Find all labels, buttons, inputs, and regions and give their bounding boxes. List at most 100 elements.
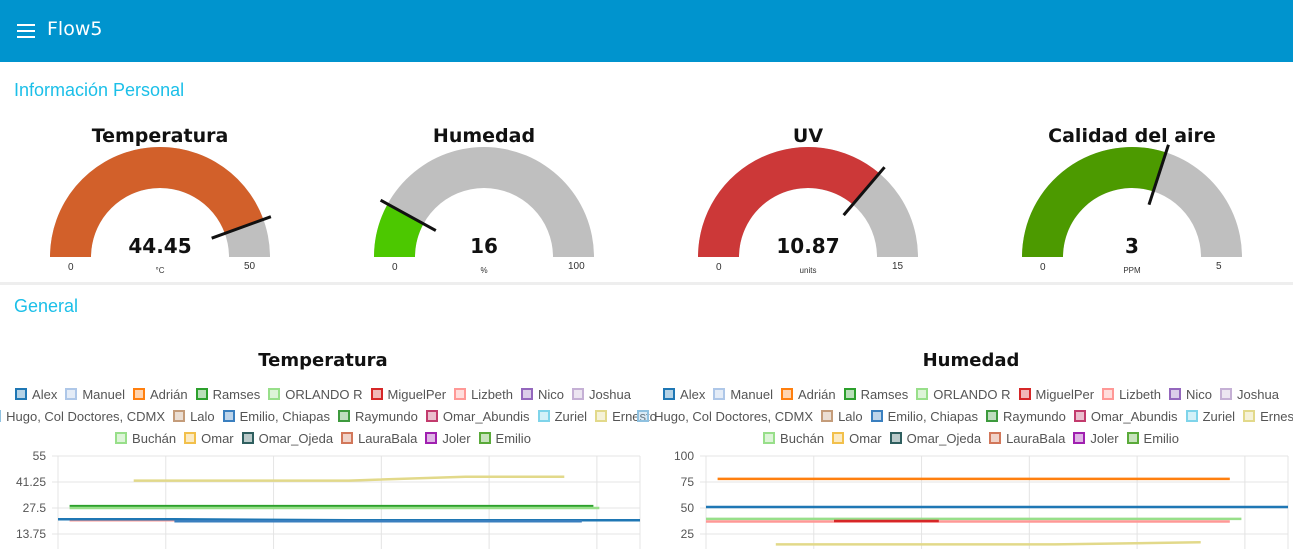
- legend-label: Raymundo: [1002, 408, 1066, 424]
- chart-title: Humedad: [922, 350, 1020, 371]
- y-tick-label: 75: [681, 475, 695, 489]
- legend-item[interactable]: MiguelPer: [370, 387, 446, 402]
- legend-swatch: [478, 432, 491, 444]
- legend-swatch: [595, 410, 608, 422]
- legend-swatch: [241, 432, 254, 444]
- legend-item[interactable]: Lalo: [173, 409, 215, 424]
- legend-swatch: [637, 410, 650, 422]
- legend-item[interactable]: ORLANDO R: [916, 386, 1011, 402]
- legend-item[interactable]: Zuriel: [537, 409, 587, 424]
- gauge-value: 3: [1125, 234, 1139, 258]
- gauge-unit: units: [799, 266, 817, 275]
- legend-swatch: [65, 388, 78, 400]
- legend-item[interactable]: Omar_Ojeda: [241, 431, 333, 446]
- legend-item[interactable]: Lalo: [821, 409, 863, 424]
- legend-item[interactable]: Ramses: [195, 387, 260, 402]
- legend-item[interactable]: Joler: [425, 430, 471, 446]
- legend-label: Omar: [849, 430, 882, 446]
- legend-item[interactable]: Ernesto: [1243, 409, 1293, 424]
- legend-item[interactable]: Buchán: [115, 431, 176, 446]
- legend-swatch: [454, 388, 467, 400]
- legend-swatch: [663, 388, 676, 400]
- general-card: General Temperatura Alex Manuel Adrián Ramse…: [0, 285, 1293, 549]
- general-title: General: [14, 296, 79, 316]
- legend-swatch: [1073, 432, 1086, 444]
- legend-label: Joshua: [1237, 386, 1279, 402]
- legend-item[interactable]: Manuel: [713, 387, 773, 402]
- legend-item[interactable]: Alex: [15, 387, 57, 402]
- app-title: Flow5: [47, 18, 103, 40]
- legend-swatch: [425, 410, 438, 422]
- legend-item[interactable]: Manuel: [65, 387, 125, 402]
- legend-swatch: [832, 432, 845, 444]
- legend-item[interactable]: Emilio, Chiapas: [222, 408, 330, 424]
- legend-item[interactable]: Emilio, Chiapas: [870, 408, 978, 424]
- legend-item[interactable]: Raymundo: [985, 408, 1066, 424]
- legend-label: Emilio, Chiapas: [239, 408, 330, 424]
- legend-label: Emilio: [495, 430, 531, 446]
- gauge-max-label: 5: [1216, 261, 1222, 272]
- legend-item[interactable]: Hugo, Col Doctores, CDMX: [0, 409, 165, 424]
- legend-label: ORLANDO R: [933, 386, 1011, 402]
- legend-item[interactable]: Ramses: [843, 386, 909, 402]
- gauge-value: 44.45: [128, 234, 192, 258]
- legend-swatch: [821, 410, 834, 422]
- legend-item[interactable]: Nico: [521, 387, 564, 402]
- legend-swatch: [184, 432, 197, 444]
- legend-swatch: [537, 410, 550, 422]
- legend-row: Alex Manuel Adrián Ramses ORLANDO R MiguelPer…: [648, 383, 1293, 405]
- legend-item[interactable]: Hugo, Col Doctores, CDMX: [637, 409, 813, 424]
- legend-swatch: [425, 432, 438, 444]
- legend-item[interactable]: LauraBala: [341, 431, 417, 446]
- gauge-value: 10.87: [776, 234, 840, 258]
- legend-item[interactable]: Buchán: [763, 431, 824, 446]
- legend-label: Joler: [442, 430, 471, 446]
- legend-label: Emilio, Chiapas: [887, 408, 978, 424]
- legend-item[interactable]: Joshua: [1220, 387, 1279, 402]
- legend-swatch: [989, 432, 1002, 444]
- personal-info-card: Información Personal Temperatura 44.45 °C 0…: [0, 62, 1293, 282]
- legend-row: Hugo, Col Doctores, CDMX Lalo Emilio, Chia…: [0, 405, 657, 427]
- legend-item[interactable]: Raymundo: [337, 409, 418, 424]
- legend-item[interactable]: Adrián: [132, 387, 188, 402]
- legend-item[interactable]: Joshua: [572, 387, 631, 402]
- legend-item[interactable]: ORLANDO R: [268, 387, 363, 402]
- gauge-min-label: 0: [68, 262, 74, 273]
- legend-swatch: [763, 432, 776, 444]
- gauge-min-label: 0: [716, 262, 722, 273]
- gauge-max-label: 15: [892, 261, 904, 272]
- legend-label: LauraBala: [358, 430, 418, 446]
- legend-item[interactable]: Zuriel: [1185, 409, 1235, 424]
- gauge-max-label: 100: [568, 261, 585, 272]
- legend-swatch: [15, 388, 28, 400]
- chart-legend: Alex Manuel Adrián Ramses ORLANDO R MiguelPer…: [637, 383, 1293, 449]
- personal-info-title: Información Personal: [14, 80, 185, 100]
- legend-item[interactable]: Adrián: [780, 387, 836, 402]
- legend-item[interactable]: Omar_Abundis: [1073, 409, 1178, 424]
- legend-item[interactable]: Omar_Abundis: [425, 409, 530, 424]
- legend-item[interactable]: Omar_Ojeda: [889, 430, 982, 446]
- legend-item[interactable]: Omar: [832, 431, 882, 446]
- legend-swatch: [843, 388, 856, 400]
- y-tick-label: 41.25: [16, 475, 46, 489]
- legend-item[interactable]: Joler: [1073, 431, 1119, 446]
- legend-item[interactable]: Nico: [1169, 387, 1212, 402]
- legend-swatch: [1018, 388, 1031, 400]
- legend-label: Emilio: [1143, 430, 1179, 446]
- legend-label: Ramses: [860, 386, 909, 402]
- legend-item[interactable]: Emilio: [478, 430, 531, 446]
- legend-item[interactable]: Lizbeth: [1102, 387, 1161, 402]
- legend-item[interactable]: MiguelPer: [1018, 387, 1094, 402]
- legend-swatch: [916, 388, 929, 400]
- legend-item[interactable]: LauraBala: [989, 431, 1065, 446]
- legend-item[interactable]: Emilio: [1126, 430, 1179, 446]
- legend-label: Omar_Ojeda: [906, 430, 982, 446]
- legend-item[interactable]: Alex: [663, 387, 705, 402]
- hamburger-menu-icon[interactable]: [17, 24, 37, 40]
- legend-swatch: [1169, 388, 1181, 400]
- legend-label: Lalo: [838, 408, 863, 424]
- series-line: [133, 475, 565, 482]
- gauge-min-label: 0: [392, 262, 398, 273]
- legend-item[interactable]: Omar: [184, 431, 234, 446]
- legend-item[interactable]: Lizbeth: [454, 387, 513, 402]
